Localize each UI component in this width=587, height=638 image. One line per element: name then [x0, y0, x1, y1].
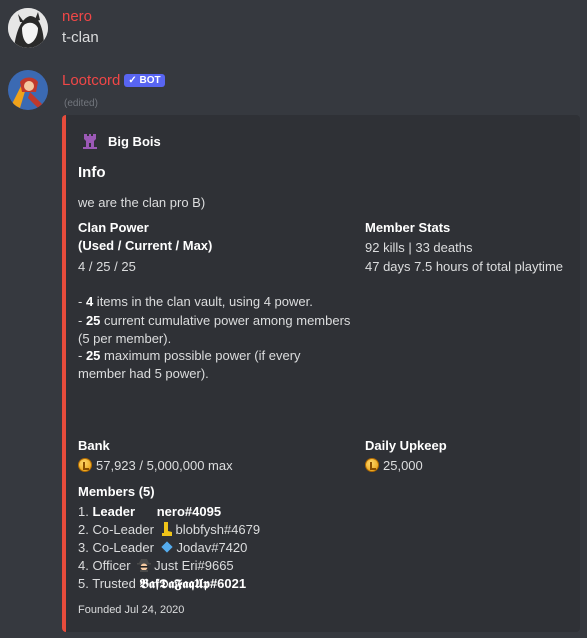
avatar-lootcord[interactable] [8, 70, 48, 110]
spy-icon [137, 559, 152, 572]
username-lootcord[interactable]: Lootcord ✓ BOT [62, 72, 165, 89]
username-label: Lootcord [62, 72, 121, 89]
member-row-2: 2. Co-Leader blobfysh#4679 [78, 521, 260, 539]
member-user[interactable]: Just Eri#9665 [154, 558, 234, 573]
daily-upkeep-value-text: 25,000 [383, 458, 423, 473]
clan-power-value: 4 / 25 / 25 [78, 259, 136, 274]
member-stats-line1: 92 kills | 33 deaths [365, 240, 473, 255]
boot-icon [161, 522, 172, 536]
avatar-nero[interactable] [8, 8, 48, 48]
clan-power-subtitle: (Used / Current / Max) [78, 238, 213, 253]
embed-footer: Founded Jul 24, 2020 [78, 604, 185, 616]
member-role: Co-Leader [92, 540, 154, 555]
daily-upkeep-value: 25,000 [365, 457, 423, 475]
diamond-icon [160, 541, 173, 553]
power-note-1-text: items in the clan vault, using 4 power. [93, 294, 313, 309]
member-num: 1. [78, 504, 89, 519]
power-note-2-bold: 25 [85, 313, 101, 328]
bank-value-text: 57,923 / 5,000,000 max [96, 458, 233, 473]
member-num: 5. [78, 576, 89, 591]
member-role: Leader [92, 504, 136, 519]
member-role: Co-Leader [92, 522, 154, 537]
power-note-3-bold: 25 [85, 348, 101, 363]
clan-embed: Big Bois Info we are the clan pro B) Cla… [62, 115, 580, 632]
castle-tower-icon [83, 134, 97, 149]
bot-tag: ✓ BOT [124, 74, 165, 87]
power-note-2-text: current cumulative power among members [100, 313, 351, 328]
member-row-5: 5. Trusted 𝕭𝖆𝖋𝕯𝖆𝕱𝖆𝖖𝖀𝖕#6021 [78, 575, 246, 593]
embed-author: Big Bois [82, 133, 161, 151]
member-row-1: 1. Leader nero#4095 [78, 503, 221, 521]
daily-upkeep-title: Daily Upkeep [365, 438, 447, 453]
coin-icon [365, 458, 379, 472]
edited-label: (edited) [64, 98, 98, 109]
member-user[interactable]: blobfysh#4679 [176, 522, 261, 537]
power-note-2-cont: (5 per member). [78, 331, 172, 346]
members-title: Members (5) [78, 484, 155, 499]
message-text: t-clan [62, 29, 99, 46]
embed-title: Info [78, 164, 106, 181]
member-user[interactable]: Jodav#7420 [177, 540, 248, 555]
member-num: 4. [78, 558, 89, 573]
member-row-3: 3. Co-Leader Jodav#7420 [78, 539, 247, 557]
power-note-3-cont: member had 5 power). [78, 366, 209, 381]
member-role: Trusted [92, 576, 136, 591]
message-nero: nero t-clan [0, 0, 587, 60]
bank-value: 57,923 / 5,000,000 max [78, 457, 233, 475]
member-num: 3. [78, 540, 89, 555]
member-user[interactable]: 𝕭𝖆𝖋𝕯𝖆𝕱𝖆𝖖𝖀𝖕#6021 [139, 576, 246, 591]
power-note-1: - 4 items in the clan vault, using 4 pow… [78, 294, 313, 309]
power-note-3: - 25 maximum possible power (if every [78, 348, 301, 363]
member-num: 2. [78, 522, 89, 537]
member-stats-line2: 47 days 7.5 hours of total playtime [365, 259, 564, 274]
power-note-3-text: maximum possible power (if every [100, 348, 301, 363]
power-note-2: - 25 current cumulative power among memb… [78, 313, 351, 328]
avatar-lootcord-image [8, 70, 48, 110]
member-user[interactable]: nero#4095 [157, 504, 221, 519]
embed-description: we are the clan pro B) [78, 195, 206, 210]
coin-icon [78, 458, 92, 472]
username-nero[interactable]: nero [62, 8, 92, 25]
avatar-nero-image [8, 8, 48, 48]
embed-author-name: Big Bois [108, 134, 161, 149]
bank-title: Bank [78, 438, 110, 453]
clan-power-title: Clan Power [78, 220, 149, 235]
member-row-4: 4. Officer Just Eri#9665 [78, 557, 234, 575]
member-stats-title: Member Stats [365, 220, 451, 235]
member-role: Officer [92, 558, 131, 573]
